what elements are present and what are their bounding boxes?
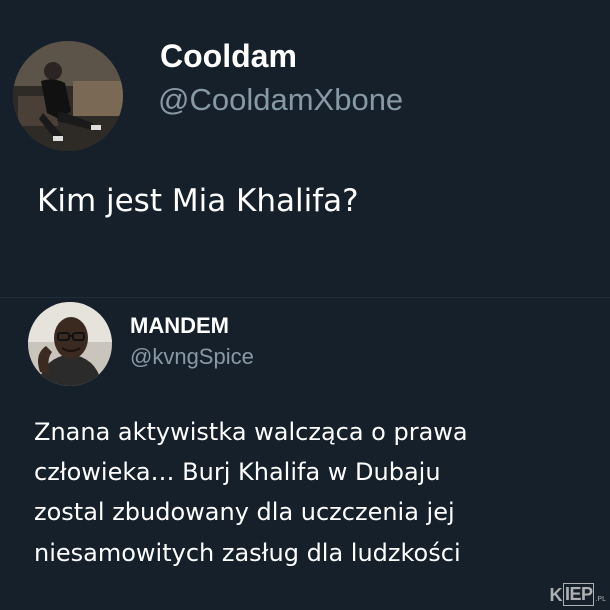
- user-photo-avatar-icon: [13, 41, 123, 151]
- display-name[interactable]: Cooldam: [160, 38, 297, 75]
- avatar[interactable]: [13, 41, 123, 151]
- avatar[interactable]: [28, 302, 112, 386]
- kiep-watermark-logo: K IEP .PL: [549, 583, 606, 606]
- tweet-text: Kim jest Mia Khalifa?: [37, 183, 359, 219]
- user-photo-avatar-icon: [28, 302, 112, 386]
- user-handle[interactable]: @kvngSpice: [130, 344, 254, 370]
- tweet-text-line: niesamowitych zasług dla ludzkości: [34, 539, 461, 567]
- tweet-screenshot: Cooldam @CooldamXbone Kim jest Mia Khali…: [0, 0, 610, 610]
- watermark-letter: K: [549, 585, 562, 605]
- user-handle[interactable]: @CooldamXbone: [158, 82, 403, 118]
- tweet-text-line: Znana aktywistka walcząca o prawa: [34, 418, 468, 446]
- watermark-suffix: .PL: [595, 596, 606, 603]
- watermark-box-text: IEP: [562, 583, 595, 606]
- display-name[interactable]: MANDEM: [130, 313, 229, 339]
- tweet-text-line: człowieka… Burj Khalifa w Dubaju: [34, 458, 441, 486]
- tweet-original: Cooldam @CooldamXbone Kim jest Mia Khali…: [0, 0, 610, 298]
- tweet-text-line: zostal zbudowany dla uczczenia jej: [34, 498, 455, 526]
